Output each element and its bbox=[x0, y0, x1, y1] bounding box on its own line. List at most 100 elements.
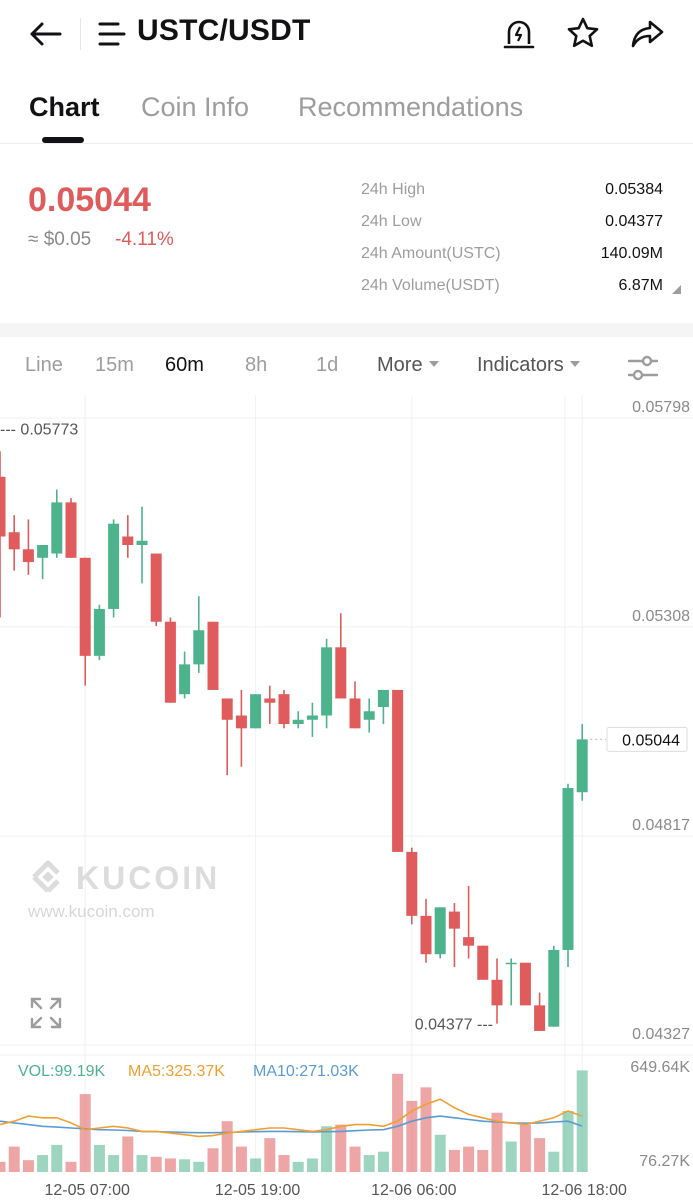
active-tab-indicator bbox=[42, 137, 84, 143]
more-timeframes-dropdown[interactable]: More bbox=[377, 354, 439, 377]
candle-body bbox=[207, 621, 219, 690]
time-axis-label: 12-06 06:00 bbox=[371, 1182, 457, 1199]
volume-bar bbox=[562, 1111, 574, 1172]
candle-body bbox=[136, 540, 148, 546]
volume-bar bbox=[193, 1161, 205, 1172]
candle-body bbox=[448, 911, 460, 929]
volume-bar bbox=[576, 1070, 588, 1172]
volume-bar bbox=[250, 1158, 262, 1172]
candle-body bbox=[576, 739, 588, 793]
candle-body bbox=[349, 698, 361, 729]
timeframe-bar: Line 15m 60m 8h 1d More Indicators bbox=[0, 337, 693, 395]
volume-bar bbox=[22, 1160, 34, 1172]
candle-body bbox=[37, 545, 49, 558]
tab-recommendations[interactable]: Recommendations bbox=[298, 92, 523, 123]
candle-body bbox=[292, 719, 304, 725]
candle-body bbox=[0, 476, 6, 537]
menu-icon[interactable] bbox=[96, 20, 128, 48]
candle-body bbox=[250, 694, 262, 729]
volume-bar bbox=[136, 1155, 148, 1172]
candle-body bbox=[505, 962, 517, 965]
back-arrow-icon[interactable] bbox=[26, 16, 66, 52]
candle-body bbox=[377, 689, 389, 707]
volume-bar bbox=[321, 1126, 333, 1172]
candle-body bbox=[306, 715, 318, 720]
pair-title[interactable]: USTC/USDT bbox=[137, 14, 310, 48]
candle-body bbox=[264, 698, 276, 703]
candle-body bbox=[519, 962, 531, 1006]
volume-bar bbox=[363, 1155, 375, 1172]
section-divider bbox=[0, 323, 693, 337]
volume-bar bbox=[264, 1138, 276, 1172]
time-axis-label: 12-05 07:00 bbox=[44, 1182, 130, 1199]
candle-body bbox=[22, 549, 34, 563]
price-axis-label: 0.05308 bbox=[632, 608, 690, 625]
candle-body bbox=[420, 915, 432, 955]
candle-body bbox=[221, 698, 233, 720]
candle-body bbox=[79, 557, 91, 656]
candle-body bbox=[392, 689, 404, 852]
stat-value-24h-low: 0.04377 bbox=[605, 213, 663, 230]
candle-body bbox=[65, 502, 77, 558]
candle-body bbox=[51, 502, 63, 554]
volume-bar bbox=[179, 1159, 191, 1172]
volume-bar bbox=[93, 1144, 105, 1172]
volume-bar bbox=[164, 1158, 176, 1172]
volume-bar bbox=[548, 1151, 560, 1172]
candle-body bbox=[164, 621, 176, 703]
candle-body bbox=[491, 979, 503, 1006]
candle-body bbox=[363, 711, 375, 720]
header-divider bbox=[80, 18, 81, 50]
candle-body bbox=[193, 630, 205, 665]
stat-value-24h-volume: 6.87M bbox=[618, 277, 663, 294]
min-price-annotation: 0.04377 --- bbox=[415, 1017, 493, 1034]
indicators-label: Indicators bbox=[477, 354, 564, 376]
volume-bar bbox=[519, 1124, 531, 1172]
volume-bar bbox=[51, 1144, 63, 1172]
last-price-tag-label: 0.05044 bbox=[622, 732, 680, 749]
star-icon[interactable] bbox=[563, 14, 603, 54]
timeframe-60m[interactable]: 60m bbox=[165, 354, 204, 377]
volume-bar bbox=[79, 1094, 91, 1172]
price-axis-label: 0.04327 bbox=[632, 1026, 690, 1043]
tab-coin-info[interactable]: Coin Info bbox=[141, 92, 249, 123]
candle-body bbox=[477, 945, 489, 980]
volume-bar bbox=[292, 1161, 304, 1172]
candle-body bbox=[122, 536, 134, 546]
candle-body bbox=[463, 937, 475, 946]
chart-settings-sliders-icon[interactable] bbox=[626, 352, 660, 384]
candle-body bbox=[93, 608, 105, 656]
stat-value-24h-amount: 140.09M bbox=[600, 245, 663, 262]
top-bar: USTC/USDT bbox=[0, 0, 693, 70]
volume-bar bbox=[235, 1146, 247, 1172]
volume-legend-ma5: MA5:325.37K bbox=[128, 1063, 225, 1080]
share-icon[interactable] bbox=[628, 14, 668, 54]
stat-label-24h-high: 24h High bbox=[361, 181, 426, 198]
timeframe-1d[interactable]: 1d bbox=[316, 354, 338, 377]
fullscreen-expand-icon[interactable] bbox=[28, 995, 64, 1031]
watermark-url: www.kucoin.com bbox=[28, 902, 155, 921]
volume-bar bbox=[306, 1158, 318, 1172]
page-tabs: Chart Coin Info Recommendations bbox=[0, 80, 693, 144]
timeframe-8h[interactable]: 8h bbox=[245, 354, 267, 377]
candle-body bbox=[406, 851, 418, 916]
time-axis-label: 12-05 19:00 bbox=[215, 1182, 301, 1199]
timeframe-15m[interactable]: 15m bbox=[95, 354, 134, 377]
ticker-summary: 0.05044 ≈ $0.05 -4.11% 24h High 0.05384 … bbox=[0, 145, 693, 325]
volume-bar bbox=[207, 1148, 219, 1172]
tab-chart[interactable]: Chart bbox=[29, 92, 100, 123]
stat-label-24h-amount: 24h Amount(USTC) bbox=[361, 245, 501, 262]
volume-bar bbox=[8, 1146, 20, 1172]
stat-label-24h-low: 24h Low bbox=[361, 213, 422, 230]
volume-bar bbox=[377, 1151, 389, 1172]
change-percent: -4.11% bbox=[115, 229, 174, 250]
timeframe-line[interactable]: Line bbox=[25, 354, 63, 377]
caret-down-icon bbox=[428, 361, 439, 368]
candle-body bbox=[562, 787, 574, 950]
price-alert-bell-icon[interactable] bbox=[499, 14, 539, 54]
candlestick-chart[interactable]: 0.05798 0.05308 0.04817 0.04327 12-05 07:00 1… bbox=[0, 395, 693, 1200]
indicators-dropdown[interactable]: Indicators bbox=[477, 354, 580, 377]
watermark-brand: KUCOIN bbox=[76, 860, 220, 896]
volume-axis-label: 649.64K bbox=[630, 1059, 690, 1076]
time-axis-label: 12-06 18:00 bbox=[541, 1182, 627, 1199]
